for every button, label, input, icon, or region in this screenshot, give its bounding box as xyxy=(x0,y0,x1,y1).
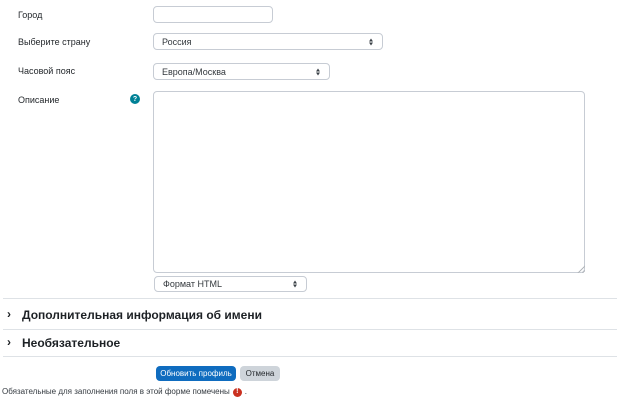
required-note-suffix: . xyxy=(245,387,247,397)
section-title: Дополнительная информация об имени xyxy=(22,309,262,321)
section-title: Необязательное xyxy=(22,337,120,349)
select-arrows-icon xyxy=(316,68,320,75)
country-select[interactable]: Россия xyxy=(153,33,383,50)
city-label: Город xyxy=(18,11,42,20)
section-header-name-info[interactable]: › Дополнительная информация об имени xyxy=(0,303,624,327)
profile-edit-form: Город Выберите страну Россия Часовой поя… xyxy=(0,0,624,406)
select-arrows-icon xyxy=(369,38,373,45)
select-arrows-icon xyxy=(293,281,297,288)
chevron-right-icon: › xyxy=(7,336,11,348)
required-fields-note: Обязательные для заполнения поля в этой … xyxy=(2,387,247,397)
country-select-value: Россия xyxy=(162,37,192,47)
chevron-right-icon: › xyxy=(7,308,11,320)
format-select[interactable]: Формат HTML xyxy=(154,276,307,292)
description-textarea[interactable] xyxy=(153,91,585,273)
divider xyxy=(3,356,617,357)
section-header-optional[interactable]: › Необязательное xyxy=(0,331,624,355)
description-label: Описание xyxy=(18,96,59,105)
divider xyxy=(3,298,617,299)
city-input[interactable] xyxy=(153,6,273,23)
timezone-select[interactable]: Европа/Москва xyxy=(153,63,330,80)
timezone-label: Часовой пояс xyxy=(18,67,75,76)
required-exclamation-icon: ! xyxy=(233,388,242,397)
country-label: Выберите страну xyxy=(18,38,90,47)
required-note-text: Обязательные для заполнения поля в этой … xyxy=(2,387,230,397)
divider xyxy=(3,329,617,330)
help-icon[interactable]: ? xyxy=(130,94,140,104)
update-profile-button[interactable]: Обновить профиль xyxy=(156,366,236,381)
timezone-select-value: Европа/Москва xyxy=(162,67,226,77)
format-select-value: Формат HTML xyxy=(163,279,222,289)
cancel-button[interactable]: Отмена xyxy=(240,366,280,381)
